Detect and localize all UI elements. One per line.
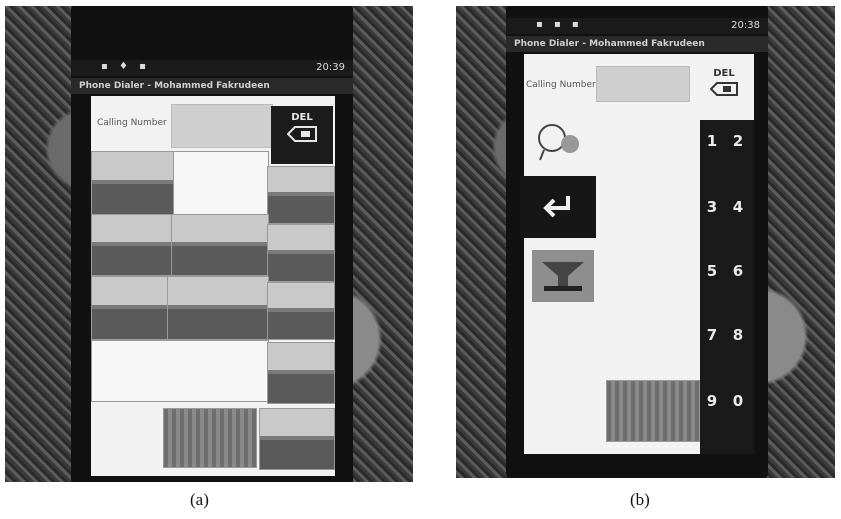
key-9[interactable]: 9 [702, 392, 722, 410]
phone-b: ▪ ▪ ▪ 20:38 Phone Dialer - Mohammed Fakr… [506, 6, 768, 478]
key-1[interactable]: 1 [702, 132, 722, 150]
caption-b: (b) [630, 490, 650, 509]
app-title-a: Phone Dialer - Mohammed Fakrudeen [71, 78, 353, 94]
del-label-a: DEL [291, 112, 313, 123]
image-tile[interactable] [259, 408, 335, 470]
del-button-b[interactable]: DEL [696, 62, 752, 116]
keypad: 1 2 3 4 5 6 7 8 9 0 [700, 120, 754, 454]
enter-button[interactable] [520, 176, 596, 238]
status-time-a: 20:39 [316, 62, 345, 73]
backspace-icon [287, 126, 317, 142]
calling-number-label-b: Calling Number [526, 80, 596, 90]
dialer-screen-a: Calling Number DEL [91, 96, 335, 476]
enter-icon [543, 196, 570, 218]
image-tile[interactable] [267, 282, 335, 340]
image-tile[interactable] [267, 342, 335, 404]
dialer-screen-b: Calling Number DEL 1 2 3 4 5 6 7 8 9 0 [520, 54, 754, 454]
del-label-b: DEL [713, 68, 735, 79]
key-0[interactable]: 0 [728, 392, 748, 410]
status-icons-a: ▪ ♦ ▪ [101, 61, 150, 72]
image-tile[interactable] [267, 224, 335, 282]
status-icons-b: ▪ ▪ ▪ [536, 19, 583, 30]
calling-number-field-a[interactable] [171, 104, 273, 148]
key-7[interactable]: 7 [702, 326, 722, 344]
calling-number-field-b[interactable] [596, 66, 690, 102]
image-tile[interactable] [91, 276, 169, 340]
key-2[interactable]: 2 [728, 132, 748, 150]
caption-a: (a) [190, 490, 209, 509]
key-6[interactable]: 6 [728, 262, 748, 280]
voice-icon[interactable] [534, 120, 584, 164]
status-bar-a: ▪ ♦ ▪ 20:39 [71, 60, 353, 76]
image-tile[interactable] [91, 340, 269, 402]
image-tile[interactable] [606, 380, 700, 442]
image-tile[interactable] [91, 151, 175, 215]
image-tile[interactable] [173, 151, 269, 215]
photo-b: ▪ ▪ ▪ 20:38 Phone Dialer - Mohammed Fakr… [456, 6, 835, 478]
app-title-b: Phone Dialer - Mohammed Fakrudeen [506, 36, 768, 52]
eraser-icon [542, 262, 584, 291]
image-tile[interactable] [91, 214, 173, 276]
key-8[interactable]: 8 [728, 326, 748, 344]
image-tile[interactable] [163, 408, 257, 468]
image-tile[interactable] [171, 214, 269, 276]
key-4[interactable]: 4 [728, 198, 748, 216]
clear-button[interactable] [532, 250, 594, 302]
del-button-a[interactable]: DEL [271, 106, 333, 164]
status-bar-b: ▪ ▪ ▪ 20:38 [506, 18, 768, 34]
calling-number-label-a: Calling Number [97, 118, 167, 128]
image-tile[interactable] [167, 276, 269, 340]
status-time-b: 20:38 [731, 20, 760, 31]
backspace-icon [710, 82, 738, 96]
phone-a: ▪ ♦ ▪ 20:39 Phone Dialer - Mohammed Fakr… [71, 6, 353, 482]
photo-a: ▪ ♦ ▪ 20:39 Phone Dialer - Mohammed Fakr… [5, 6, 413, 482]
key-3[interactable]: 3 [702, 198, 722, 216]
image-tile[interactable] [267, 166, 335, 224]
key-5[interactable]: 5 [702, 262, 722, 280]
